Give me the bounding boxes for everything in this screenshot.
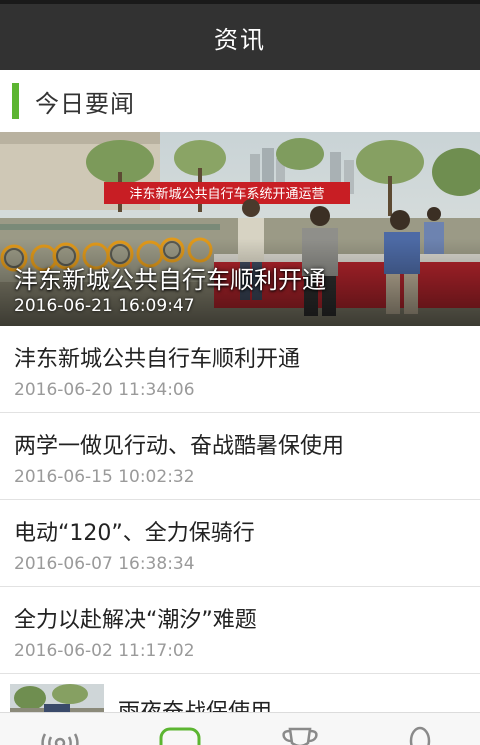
featured-news-card[interactable]: 沣东新城公共自行车系统开通运营 沣东新城公共自行车顺利开通 2016-06-21… xyxy=(0,132,480,326)
app-screen: 资讯 今日要闻 沣东新城公共自行车顺利开通 2016-06-21 16:09:4… xyxy=(0,0,480,745)
news-list-item[interactable]: 两学一做见行动、奋战酷暑保使用 2016-06-15 10:02:32 xyxy=(0,413,480,500)
news-title: 两学一做见行动、奋战酷暑保使用 xyxy=(14,434,345,459)
news-list-item[interactable]: 全力以赴解决“潮汐”难题 2016-06-02 11:17:02 xyxy=(0,587,480,674)
tab-trophy[interactable] xyxy=(240,713,360,745)
news-title: 全力以赴解决“潮汐”难题 xyxy=(14,608,257,633)
section-accent-bar xyxy=(12,83,19,119)
tab-user[interactable] xyxy=(360,713,480,745)
featured-news-date: 2016-06-21 16:09:47 xyxy=(14,296,195,316)
top-bar: 资讯 xyxy=(0,0,480,70)
chat-bubble-icon xyxy=(159,727,201,745)
news-list: 沣东新城公共自行车顺利开通 2016-06-20 11:34:06 两学一做见行… xyxy=(0,326,480,674)
user-icon xyxy=(409,726,431,745)
news-list-item[interactable]: 沣东新城公共自行车顺利开通 2016-06-20 11:34:06 xyxy=(0,326,480,413)
news-date: 2016-06-20 11:34:06 xyxy=(14,380,195,400)
page-title: 资讯 xyxy=(214,25,266,54)
tab-broadcast[interactable] xyxy=(0,713,120,745)
featured-news-title: 沣东新城公共自行车顺利开通 xyxy=(14,266,326,294)
news-title: 电动“120”、全力保骑行 xyxy=(14,521,255,546)
news-date: 2016-06-02 11:17:02 xyxy=(14,641,195,661)
broadcast-icon xyxy=(41,733,79,745)
bottom-tab-bar xyxy=(0,712,480,745)
news-date: 2016-06-15 10:02:32 xyxy=(14,467,195,487)
section-header: 今日要闻 xyxy=(0,70,480,132)
trophy-icon xyxy=(282,727,318,745)
news-date: 2016-06-07 16:38:34 xyxy=(14,554,195,574)
tab-chat[interactable] xyxy=(120,713,240,745)
section-title: 今日要闻 xyxy=(35,89,135,118)
news-title: 沣东新城公共自行车顺利开通 xyxy=(14,347,301,372)
news-list-item[interactable]: 电动“120”、全力保骑行 2016-06-07 16:38:34 xyxy=(0,500,480,587)
